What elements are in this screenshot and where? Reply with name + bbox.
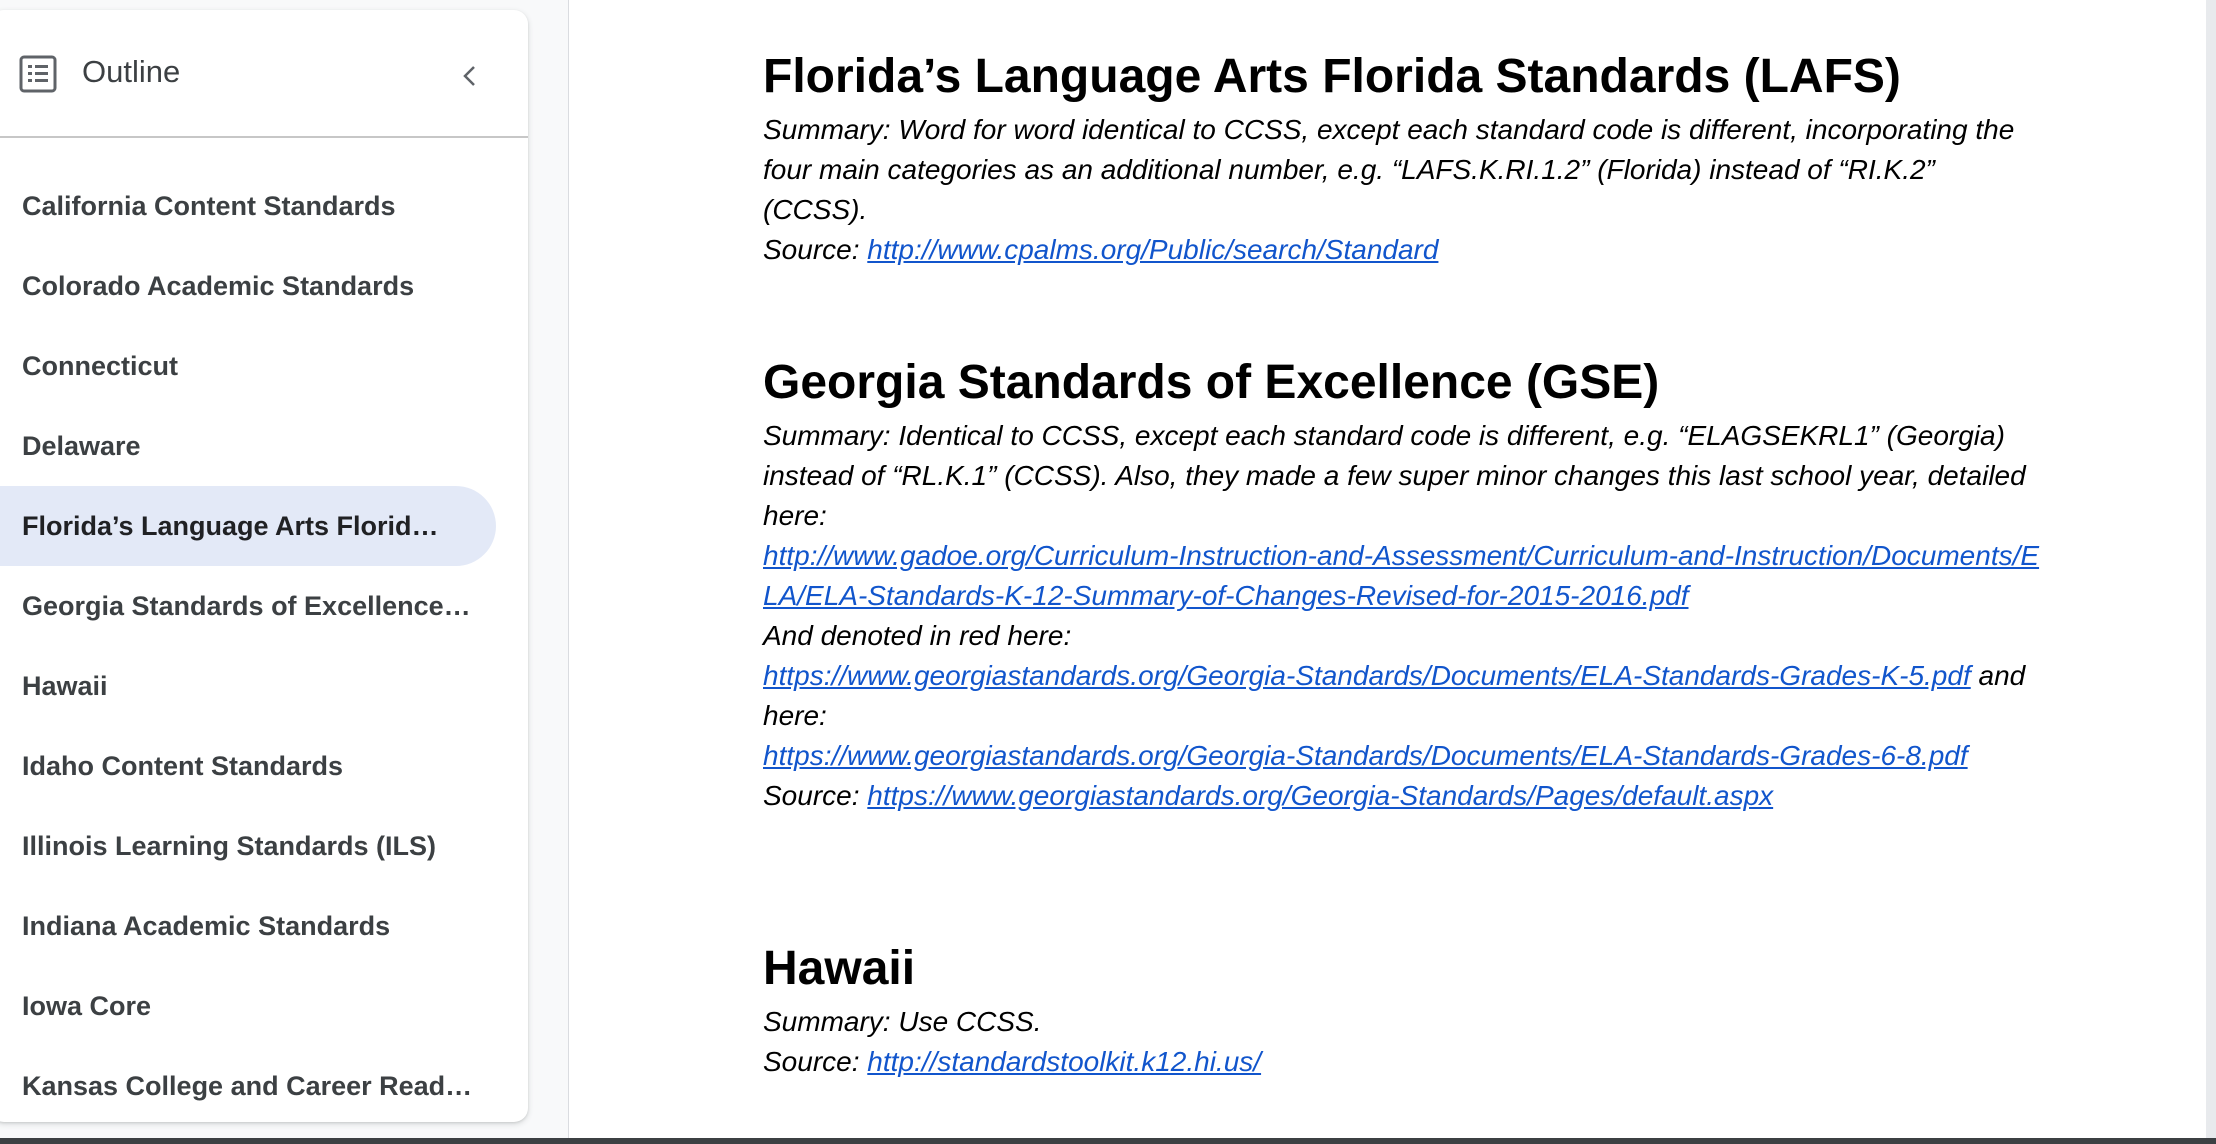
outline-item-label: Illinois Learning Standards (ILS) [22,830,437,861]
outline-item-label: Iowa Core [22,990,152,1021]
source-link-florida[interactable]: http://www.cpalms.org/Public/search/Stan… [867,234,1438,265]
denoted-text: And denoted in red here: [763,620,1072,651]
section-florida: Florida’s Language Arts Florida Standard… [763,44,2043,270]
summary-text: Summary: Identical to CCSS, except each … [763,420,2026,531]
outline-item-label: Hawaii [22,670,108,701]
source-label: Source: [763,234,868,265]
source-label: Source: [763,1046,868,1077]
section-hawaii: Hawaii Summary: Use CCSS. Source: http://… [763,936,1261,1082]
source-link-georgia[interactable]: https://www.georgiastandards.org/Georgia… [867,780,1773,811]
outline-item-label: Connecticut [22,350,179,381]
outline-item-indiana[interactable]: Indiana Academic Standards [0,886,528,966]
section-georgia: Georgia Standards of Excellence (GSE) Su… [763,350,2043,816]
outline-item-colorado[interactable]: Colorado Academic Standards [0,246,528,326]
source-link-hawaii[interactable]: http://standardstoolkit.k12.hi.us/ [867,1046,1261,1077]
outline-list: California Content Standards Colorado Ac… [0,166,528,1122]
outline-item-florida[interactable]: Florida’s Language Arts Florida St… [0,486,496,566]
outline-item-label: Delaware [22,430,141,461]
outline-header: Outline [0,10,528,138]
summary-text: Summary: Word for word identical to CCSS… [763,114,2015,225]
outline-item-label: Indiana Academic Standards [22,910,391,941]
changes-link-georgia[interactable]: http://www.gadoe.org/Curriculum-Instruct… [763,540,2039,611]
summary-florida: Summary: Word for word identical to CCSS… [763,110,2043,270]
outline-item-illinois[interactable]: Illinois Learning Standards (ILS) [0,806,528,886]
app-window: Outline California Content Standards Col… [0,0,2216,1144]
summary-hawaii: Summary: Use CCSS. Source: http://standar… [763,1002,1261,1082]
document-page[interactable]: Florida’s Language Arts Florida Standard… [568,0,2208,1144]
outline-list-icon [19,55,57,93]
collapse-outline-button[interactable] [448,54,492,98]
outline-item-hawaii[interactable]: Hawaii [0,646,528,726]
outline-item-label: Kansas College and Career Ready… [22,1070,478,1101]
window-right-edge [2206,0,2216,1144]
outline-item-delaware[interactable]: Delaware [0,406,528,486]
red-link-k5-georgia[interactable]: https://www.georgiastandards.org/Georgia… [763,660,1971,691]
outline-item-georgia[interactable]: Georgia Standards of Excellence (… [0,566,528,646]
outline-item-label: California Content Standards [22,190,396,221]
red-link-6-8-georgia[interactable]: https://www.georgiastandards.org/Georgia… [763,740,1968,771]
heading-georgia: Georgia Standards of Excellence (GSE) [763,356,1660,409]
summary-text: Summary: Use CCSS. [763,1006,1042,1037]
heading-florida: Florida’s Language Arts Florida Standard… [763,50,1901,103]
summary-georgia: Summary: Identical to CCSS, except each … [763,416,2043,816]
heading-hawaii: Hawaii [763,942,916,995]
window-bottom-edge [0,1138,2216,1144]
source-label: Source: [763,780,868,811]
outline-item-label: Colorado Academic Standards [22,270,415,301]
outline-item-label: Idaho Content Standards [22,750,344,781]
outline-item-iowa[interactable]: Iowa Core [0,966,528,1046]
outline-item-label: Georgia Standards of Excellence (… [22,590,478,621]
outline-item-label: Florida’s Language Arts Florida St… [22,510,446,541]
chevron-left-icon [463,66,475,86]
outline-item-california[interactable]: California Content Standards [0,166,528,246]
outline-title: Outline [82,54,181,89]
outline-panel: Outline California Content Standards Col… [0,10,528,1122]
outline-item-kansas[interactable]: Kansas College and Career Ready… [0,1046,528,1122]
outline-item-idaho[interactable]: Idaho Content Standards [0,726,528,806]
outline-item-connecticut[interactable]: Connecticut [0,326,528,406]
